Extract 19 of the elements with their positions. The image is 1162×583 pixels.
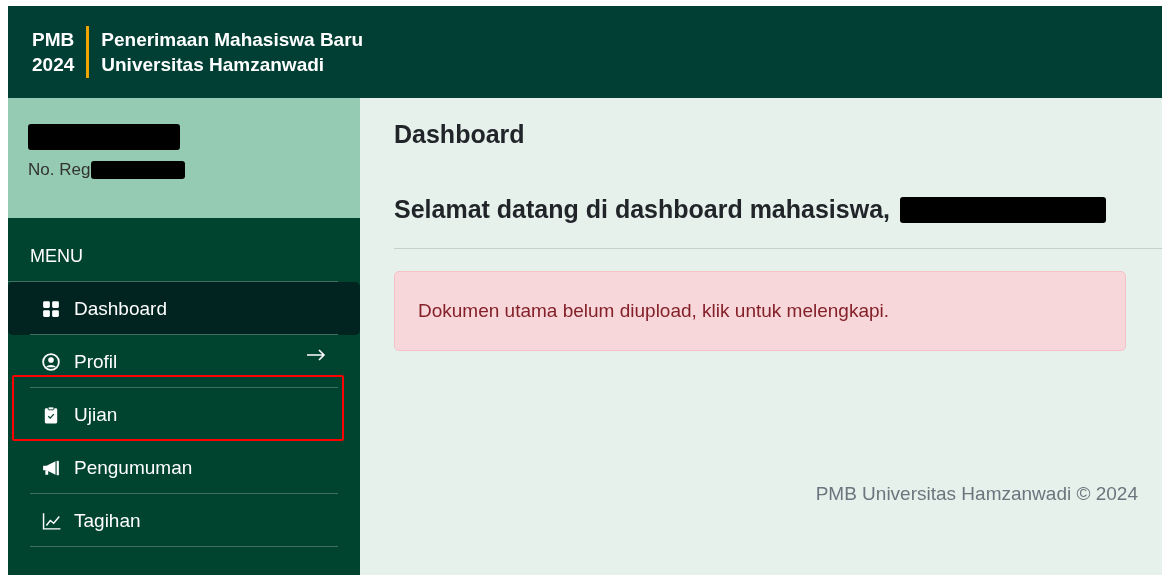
footer-text: PMB Universitas Hamzanwadi © 2024 bbox=[815, 483, 1138, 505]
registration-label: No. Reg bbox=[28, 160, 91, 180]
sidebar-item[interactable]: Dashboard bbox=[8, 282, 360, 335]
sidebar-item[interactable]: Tagihan bbox=[8, 494, 360, 547]
alert-message[interactable]: Dokumen utama belum diupload, klik untuk melengkapi. bbox=[394, 271, 1126, 351]
sidebar-item[interactable]: Ujian bbox=[8, 388, 360, 441]
brand-abbrev: PMB bbox=[32, 28, 75, 52]
sidebar-item[interactable]: Pengumuman bbox=[8, 441, 360, 494]
brand-subtitle: Universitas Hamzanwadi bbox=[101, 53, 326, 77]
brand-title: Penerimaan Mahasiswa Baru bbox=[101, 28, 364, 52]
user-circle-icon bbox=[42, 352, 60, 371]
line-chart-icon bbox=[42, 511, 62, 530]
page-title: Dashboard bbox=[394, 120, 526, 149]
megaphone-icon bbox=[42, 458, 60, 477]
grid-icon bbox=[42, 299, 60, 318]
sidebar-item[interactable]: Profil bbox=[8, 335, 360, 388]
clipboard-check-icon bbox=[42, 405, 60, 424]
welcome-heading: Selamat datang di dashboard mahasiswa, bbox=[394, 195, 890, 224]
brand-year: 2024 bbox=[32, 53, 75, 77]
